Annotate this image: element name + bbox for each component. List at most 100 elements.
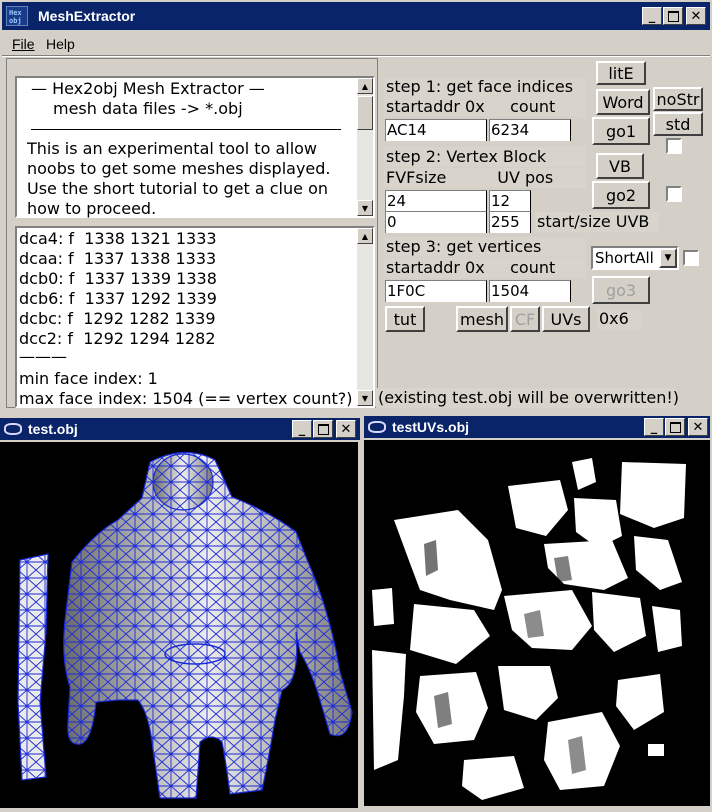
up-arrow-icon: ▲ <box>361 231 369 241</box>
go3-button[interactable]: go3 <box>592 276 650 304</box>
menu-divider <box>2 55 710 57</box>
maximize-icon <box>667 10 679 22</box>
dropdown-arrow-button[interactable]: ▼ <box>659 248 677 268</box>
shortall-checkbox[interactable] <box>683 250 699 266</box>
log-line: dcb0: f 1337 1339 1338 <box>19 269 217 288</box>
scroll-down-button[interactable]: ▼ <box>357 200 373 216</box>
uv-start-input[interactable]: 0 <box>385 211 487 233</box>
uvpos-input[interactable]: 12 <box>489 190 531 212</box>
up-arrow-icon: ▲ <box>361 81 369 91</box>
close-button[interactable]: ✕ <box>686 7 706 25</box>
nostr-button[interactable]: noStr <box>653 87 703 111</box>
minimize-button[interactable]: _ <box>292 420 312 438</box>
info-line: noobs to get some meshes displayed. <box>27 159 331 178</box>
close-icon: ✕ <box>690 8 702 24</box>
log-line: dcb6: f 1337 1292 1339 <box>19 289 217 308</box>
step1-labels: startaddr 0x count <box>384 97 586 117</box>
test-obj-title: test.obj <box>28 421 78 437</box>
window-icon <box>368 421 386 433</box>
chevron-down-icon: ▼ <box>664 253 672 263</box>
scroll-up-button[interactable]: ▲ <box>357 78 373 94</box>
maximize-icon <box>317 423 329 435</box>
uv-size-input[interactable]: 255 <box>489 211 531 233</box>
info-divider <box>31 129 341 130</box>
log-line: dcaa: f 1337 1338 1333 <box>19 249 217 268</box>
mesh-viewport[interactable] <box>0 442 358 808</box>
maximize-button[interactable] <box>313 420 333 438</box>
maximize-button[interactable] <box>663 7 683 25</box>
step1-count-input[interactable]: 6234 <box>489 119 571 141</box>
scroll-up-button[interactable]: ▲ <box>357 228 373 244</box>
log-max: max face index: 1504 (== vertex count?) <box>19 389 353 408</box>
down-arrow-icon: ▼ <box>361 393 369 403</box>
info-line: Use the short tutorial to get a clue on <box>27 179 328 198</box>
step3-startaddr-input[interactable]: 1F0C <box>385 280 487 302</box>
minimize-icon: _ <box>298 421 306 437</box>
minimize-icon: _ <box>650 419 658 435</box>
step2-labels: FVFsize UV pos <box>384 168 586 188</box>
info-line: This is an experimental tool to allow <box>27 139 318 158</box>
step2-title: step 2: Vertex Block <box>384 147 586 167</box>
log-content: dca4: f 1338 1321 1333 dcaa: f 1337 1338… <box>17 228 355 408</box>
down-arrow-icon: ▼ <box>361 203 369 213</box>
step3-count-input[interactable]: 1504 <box>489 280 571 302</box>
uvs-button[interactable]: UVs <box>542 306 590 332</box>
go2-button[interactable]: go2 <box>592 181 650 209</box>
menu-help[interactable]: Help <box>46 36 75 52</box>
window-icon <box>4 423 22 435</box>
log-separator: ——— <box>19 347 67 366</box>
step1-title: step 1: get face indices <box>384 77 586 97</box>
close-icon: ✕ <box>692 419 704 435</box>
window-title: MeshExtractor <box>38 8 136 24</box>
svg-text:Hex: Hex <box>9 9 22 17</box>
log-textarea[interactable]: dca4: f 1338 1321 1333 dcaa: f 1337 1338… <box>15 226 375 408</box>
menu-file[interactable]: File <box>12 36 35 52</box>
cf-button[interactable]: CF <box>510 306 540 332</box>
maximize-button[interactable] <box>665 418 685 436</box>
close-icon: ✕ <box>340 421 352 437</box>
close-button[interactable]: ✕ <box>688 418 708 436</box>
scroll-down-button[interactable]: ▼ <box>357 390 373 406</box>
shortall-dropdown[interactable]: ShortAll ▼ <box>591 246 679 270</box>
test-uvs-titlebar: testUVs.obj _ ✕ <box>364 416 710 438</box>
go2-checkbox[interactable] <box>666 186 682 202</box>
menu-bar: File Help <box>2 30 710 54</box>
minimize-button[interactable]: _ <box>644 418 664 436</box>
dropdown-value: ShortAll <box>595 249 654 267</box>
title-bar: Hex obj MeshExtractor _ ✕ <box>2 2 710 30</box>
close-button[interactable]: ✕ <box>336 420 356 438</box>
info-textarea[interactable]: — Hex2obj Mesh Extractor — mesh data fil… <box>15 76 375 218</box>
word-button[interactable]: Word <box>596 89 650 115</box>
overwrite-warning: (existing test.obj will be overwritten!) <box>376 388 680 408</box>
offset-label: 0x6 <box>597 309 641 329</box>
info-scrollbar[interactable]: ▲ ▼ <box>357 78 373 216</box>
vb-button[interactable]: VB <box>596 153 644 179</box>
log-scrollbar[interactable]: ▲ ▼ <box>357 228 373 406</box>
minimize-button[interactable]: _ <box>642 7 662 25</box>
test-obj-window: test.obj _ ✕ <box>0 412 360 808</box>
mesh-button[interactable]: mesh <box>456 306 508 332</box>
uv-render <box>372 458 686 800</box>
std-checkbox[interactable] <box>666 138 682 154</box>
maximize-icon <box>669 421 681 433</box>
lite-button[interactable]: litE <box>596 61 646 85</box>
step1-startaddr-input[interactable]: AC14 <box>385 119 487 141</box>
fvfsize-input[interactable]: 24 <box>385 190 487 212</box>
go1-button[interactable]: go1 <box>592 117 650 145</box>
test-obj-titlebar: test.obj _ ✕ <box>0 418 360 440</box>
log-min: min face index: 1 <box>19 369 158 388</box>
uv-viewport[interactable] <box>364 440 710 806</box>
tut-button[interactable]: tut <box>385 306 425 332</box>
log-line: dcbc: f 1292 1282 1339 <box>19 309 216 328</box>
app-icon[interactable]: Hex obj <box>6 6 28 26</box>
test-uvs-window: testUVs.obj _ ✕ <box>362 412 712 808</box>
log-line: dcc2: f 1292 1294 1282 <box>19 329 216 348</box>
info-content: — Hex2obj Mesh Extractor — mesh data fil… <box>17 78 355 218</box>
scroll-thumb[interactable] <box>357 96 373 130</box>
uvb-label: start/size UVB <box>535 212 659 232</box>
info-title: — Hex2obj Mesh Extractor — <box>31 79 265 98</box>
std-button[interactable]: std <box>653 112 703 136</box>
info-line: how to proceed. <box>27 199 157 218</box>
minimize-icon: _ <box>648 8 656 24</box>
step3-title: step 3: get vertices <box>384 237 586 257</box>
